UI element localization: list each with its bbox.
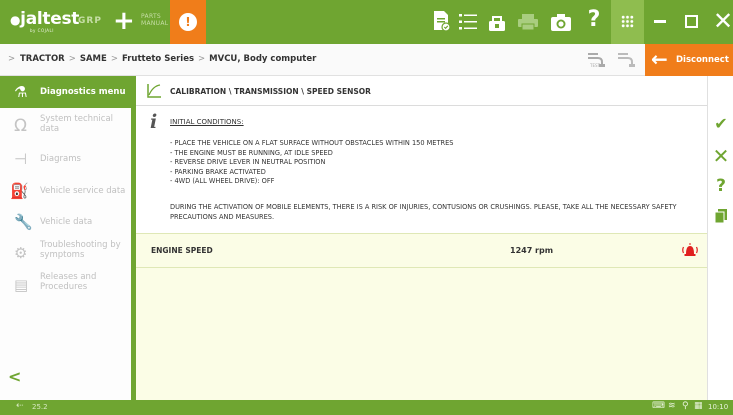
maximize-icon[interactable] — [685, 15, 698, 28]
printer-icon[interactable] — [517, 12, 539, 32]
disconnect-button[interactable]: ← Disconnect — [645, 44, 733, 76]
wrench-icon: 🔧 — [14, 213, 33, 231]
minimize-icon[interactable] — [654, 20, 666, 23]
main-header: CALIBRATION \ TRANSMISSION \ SPEED SENSO… — [136, 76, 707, 106]
report-icon[interactable] — [433, 10, 451, 32]
conditions-title: INITIAL CONDITIONS: — [170, 118, 244, 126]
help-icon[interactable]: ? — [586, 8, 602, 32]
condition-line: - REVERSE DRIVE LEVER IN NEUTRAL POSITIO… — [170, 158, 326, 166]
plus-icon[interactable]: + — [113, 8, 135, 34]
list-icon[interactable] — [458, 12, 478, 32]
accept-icon[interactable]: ✔ — [708, 114, 733, 134]
condition-line: - PARKING BRAKE ACTIVATED — [170, 168, 266, 176]
condition-line: - PLACE THE VEHICLE ON A FLAT SURFACE WI… — [170, 139, 454, 147]
safety-warning: DURING THE ACTIVATION OF MOBILE ELEMENTS… — [170, 203, 677, 221]
alert-button[interactable]: ! — [170, 0, 206, 44]
procedures-icon: ▤ — [14, 276, 29, 294]
wifi-icon[interactable]: ≋ — [668, 401, 676, 411]
jaltest-logo: ●jaltest — [10, 9, 80, 29]
sidebar-item-vehicle-data[interactable]: 🔧 Vehicle data — [0, 211, 131, 241]
sidebar-item-system-technical-data[interactable]: Ω System technical data — [0, 112, 131, 142]
breadcrumb-lead: > — [8, 54, 16, 64]
breadcrumb-bar: > TRACTOR > SAME > Frutteto Series > MVCU, Bod… — [0, 44, 733, 76]
sidebar: ⚗ Diagnostics menu Ω System technical da… — [0, 76, 131, 400]
sidebar-item-diagnostics-menu[interactable]: ⚗ Diagnostics menu — [0, 76, 131, 108]
help-icon[interactable]: ? — [708, 176, 733, 196]
action-column: ✔ ✕ ? — [707, 76, 733, 400]
breadcrumb-item[interactable]: TRACTOR — [20, 54, 65, 64]
troubleshooting-icon: ⚙ — [14, 244, 28, 262]
parts-manual-button[interactable]: PARTS MANUAL — [141, 13, 168, 27]
connector-icon[interactable] — [614, 50, 636, 70]
breadcrumb-item[interactable]: SAME — [80, 54, 107, 64]
omega-icon: Ω — [14, 116, 27, 136]
calendar-icon[interactable]: ▦ — [694, 401, 703, 411]
parameter-row: ENGINE SPEED 1247 rpm — [136, 233, 707, 415]
oil-can-icon: ⛽ — [10, 182, 29, 200]
breadcrumb: TRACTOR > SAME > Frutteto Series > MVCU, Body … — [20, 54, 317, 64]
parameter-name: ENGINE SPEED — [151, 246, 213, 255]
test-label: TEST — [590, 63, 600, 68]
row-divider — [136, 267, 707, 268]
diagram-icon: ⊣ — [14, 150, 28, 168]
page-title: CALIBRATION \ TRANSMISSION \ SPEED SENSO… — [170, 87, 371, 96]
main-panel: CALIBRATION \ TRANSMISSION \ SPEED SENSO… — [136, 76, 707, 415]
alarm-icon — [682, 243, 698, 256]
arrow-left-icon: ← — [651, 47, 668, 71]
info-icon: i — [150, 111, 158, 133]
mode-label: GRP — [78, 16, 102, 26]
condition-line: - 4WD (ALL WHEEL DRIVE): OFF — [170, 177, 275, 185]
sidebar-item-troubleshooting[interactable]: ⚙ Troubleshooting by symptoms — [0, 240, 131, 270]
back-button[interactable]: < — [8, 367, 21, 386]
close-icon[interactable]: ✕ — [713, 6, 733, 36]
cancel-icon[interactable]: ✕ — [708, 146, 733, 166]
breadcrumb-item[interactable]: MVCU, Body computer — [209, 54, 316, 64]
sidebar-item-releases-procedures[interactable]: ▤ Releases and Procedures — [0, 272, 131, 302]
sidebar-item-vehicle-service-data[interactable]: ⛽ Vehicle service data — [0, 180, 131, 210]
parameter-value: 1247 rpm — [510, 246, 554, 255]
status-bar: ⇠ 25.2 ⌨ ≋ ⚲ ▦ 10:10 — [0, 400, 733, 415]
sidebar-item-diagrams[interactable]: ⊣ Diagrams — [0, 148, 131, 178]
keyboard-icon[interactable]: ⌨ — [652, 401, 665, 411]
top-toolbar: ●jaltest by COJALI GRP + PARTS MANUAL ! — [0, 0, 733, 44]
logo-subtext: by COJALI — [30, 28, 54, 33]
breadcrumb-item[interactable]: Frutteto Series — [122, 54, 194, 64]
alert-icon: ! — [179, 13, 197, 31]
version-label: 25.2 — [32, 403, 48, 411]
document-icon[interactable] — [714, 208, 728, 224]
apps-button[interactable] — [611, 0, 644, 44]
usb-icon: ⇠ — [16, 401, 24, 411]
lock-icon[interactable] — [487, 12, 507, 32]
search-icon[interactable]: ⚲ — [682, 401, 689, 411]
apps-icon — [621, 15, 634, 28]
calibration-icon — [147, 84, 161, 98]
camera-icon[interactable] — [550, 12, 572, 32]
condition-line: - THE ENGINE MUST BE RUNNING, AT IDLE SP… — [170, 149, 333, 157]
clock: 10:10 — [708, 403, 729, 411]
diagnostics-icon: ⚗ — [14, 83, 28, 101]
